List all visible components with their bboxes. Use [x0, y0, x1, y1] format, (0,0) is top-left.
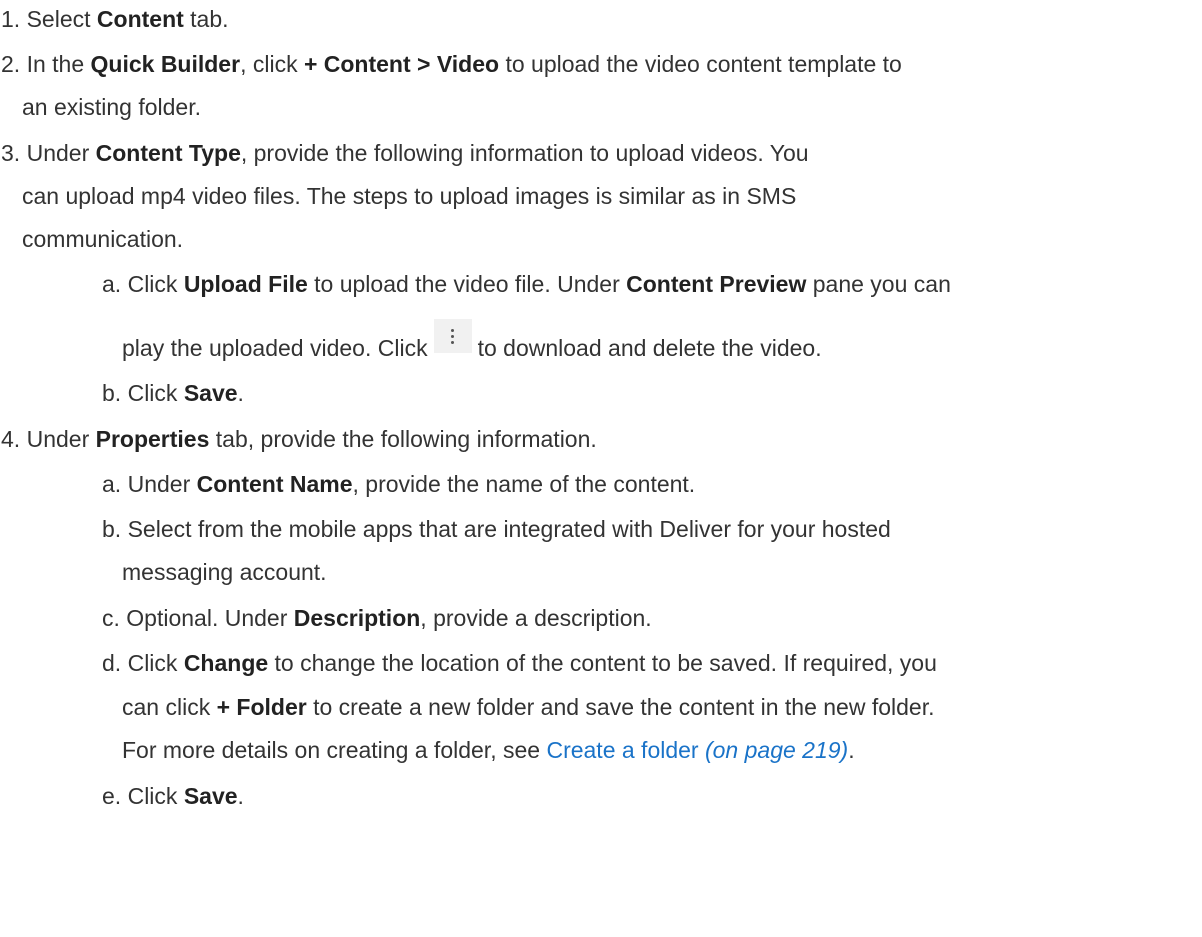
ui-term-content-video: + Content > Video: [303, 51, 500, 77]
substep-4b: b. Select from the mobile apps that are …: [102, 513, 891, 545]
create-folder-link[interactable]: Create a folder: [546, 737, 698, 763]
substep-4d-continuation: For more details on creating a folder, s…: [122, 734, 855, 766]
step-3: 3. Under Content Type, provide the follo…: [1, 137, 809, 169]
ui-term-content-tab: Content: [96, 6, 184, 32]
step-text: , provide a description.: [420, 605, 652, 631]
step-text: .: [237, 380, 244, 406]
ui-term-change: Change: [183, 650, 269, 676]
substep-4b-continuation: messaging account.: [122, 559, 327, 585]
step-text: , click: [240, 51, 304, 77]
substep-4e: e. Click Save.: [102, 780, 244, 812]
kebab-menu-icon: [433, 318, 472, 353]
step-text: Under: [127, 471, 197, 497]
ui-term-save: Save: [183, 783, 238, 809]
ui-term-save: Save: [183, 380, 238, 406]
ui-term-upload-file: Upload File: [183, 271, 308, 297]
substep-letter: d.: [102, 650, 122, 676]
step-text: Optional. Under: [126, 605, 294, 631]
substep-letter: b.: [102, 516, 122, 542]
step-2: 2. In the Quick Builder, click + Content…: [1, 48, 902, 80]
substep-3a-continuation: play the uploaded video. Click to downloa…: [122, 318, 822, 367]
step-text: In the: [26, 51, 91, 77]
step-number: 2.: [1, 51, 21, 77]
step-text: can click: [122, 694, 217, 720]
step-text: , provide the name of the content.: [352, 471, 696, 497]
substep-4d: d. Click Change to change the location o…: [102, 647, 937, 679]
step-text: , provide the following information to u…: [240, 140, 809, 166]
substep-letter: b.: [102, 380, 122, 406]
step-2-continuation: an existing folder.: [22, 94, 202, 120]
step-1: 1. Select Content tab.: [1, 3, 229, 35]
step-text: Under: [26, 140, 96, 166]
step-text: to download and delete the video.: [477, 335, 822, 361]
ui-term-properties: Properties: [95, 426, 210, 452]
step-text: .: [237, 783, 244, 809]
ui-term-quick-builder: Quick Builder: [90, 51, 241, 77]
step-text: to create a new folder and save the cont…: [306, 694, 935, 720]
step-4: 4. Under Properties tab, provide the fol…: [1, 423, 597, 455]
step-text: Click: [127, 650, 184, 676]
substep-4a: a. Under Content Name, provide the name …: [102, 468, 695, 500]
step-text: to upload the video content template to: [499, 51, 902, 77]
step-text: Click: [127, 380, 184, 406]
ui-term-content-type: Content Type: [95, 140, 241, 166]
step-3-continuation: can upload mp4 video files. The steps to…: [22, 183, 797, 209]
substep-letter: e.: [102, 783, 122, 809]
step-text: tab, provide the following information.: [209, 426, 597, 452]
ui-term-folder: + Folder: [216, 694, 307, 720]
step-text: tab.: [183, 6, 229, 32]
substep-letter: c.: [102, 605, 120, 631]
page-reference-link[interactable]: (on page 219): [705, 737, 848, 763]
step-text: .: [848, 737, 855, 763]
substep-4d-continuation: can click + Folder to create a new folde…: [122, 691, 935, 723]
step-text: For more details on creating a folder, s…: [122, 737, 547, 763]
ui-term-description: Description: [293, 605, 421, 631]
substep-3b: b. Click Save.: [102, 377, 244, 409]
step-number: 1.: [1, 6, 21, 32]
step-number: 3.: [1, 140, 21, 166]
step-3-continuation: communication.: [22, 226, 184, 252]
step-text: Under: [26, 426, 96, 452]
substep-3a: a. Click Upload File to upload the video…: [102, 268, 951, 300]
ui-term-content-name: Content Name: [196, 471, 353, 497]
step-text: play the uploaded video. Click: [122, 335, 428, 361]
step-text: Click: [127, 783, 184, 809]
step-text: Select from the mobile apps that are int…: [127, 516, 891, 542]
substep-letter: a.: [102, 471, 122, 497]
step-number: 4.: [1, 426, 21, 452]
step-text: Select: [26, 6, 97, 32]
step-text: Click: [127, 271, 184, 297]
step-text: to upload the video file. Under: [307, 271, 627, 297]
step-text: to change the location of the content to…: [268, 650, 937, 676]
ui-term-content-preview: Content Preview: [626, 271, 807, 297]
step-text: pane you can: [806, 271, 951, 297]
substep-letter: a.: [102, 271, 122, 297]
substep-4c: c. Optional. Under Description, provide …: [102, 602, 652, 634]
